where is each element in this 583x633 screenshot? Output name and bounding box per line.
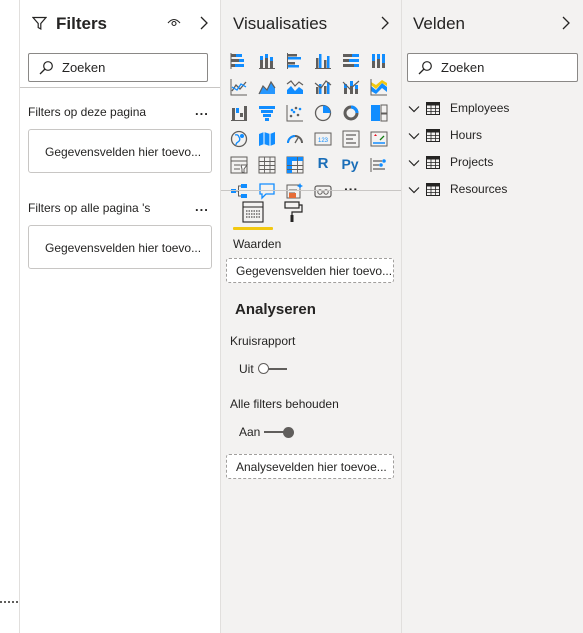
fields-pane: Velden Zoeken Employees Hours Projects R…: [402, 0, 583, 633]
filters-header: Filters: [20, 10, 220, 38]
fields-title: Velden: [413, 14, 465, 33]
field-table-resources[interactable]: Resources: [408, 181, 578, 201]
waterfall-chart-icon[interactable]: [230, 104, 248, 122]
field-table-hours[interactable]: Hours: [408, 127, 578, 147]
cross-report-toggle-knob: [258, 363, 269, 374]
table-icon: [426, 183, 440, 196]
canvas-scroll-indicator: [0, 601, 18, 603]
filters-pane: Filters Zoeken Filters op deze pagina ..…: [20, 0, 221, 633]
line-chart-icon[interactable]: [230, 78, 248, 96]
smart-narrative-icon[interactable]: [286, 182, 304, 200]
fields-search-input[interactable]: Zoeken: [407, 53, 578, 82]
clustered-column-chart-icon[interactable]: [314, 52, 332, 70]
more-visuals-icon[interactable]: ···: [342, 180, 360, 198]
multi-row-card-icon[interactable]: [342, 130, 360, 148]
filter-icon: [32, 16, 47, 31]
collapse-visualizations-icon[interactable]: [378, 16, 392, 30]
table-icon: [426, 102, 440, 115]
funnel-chart-icon[interactable]: [258, 104, 276, 122]
drillthrough-drop-well[interactable]: Analysevelden hier toevoe...: [226, 454, 394, 479]
paginated-report-icon[interactable]: [314, 182, 332, 200]
line-stacked-column-icon[interactable]: [342, 78, 360, 96]
filled-map-icon[interactable]: [258, 130, 276, 148]
values-label: Waarden: [233, 237, 282, 251]
all-pages-filters-well-text: Gegevensvelden hier toevo...: [45, 241, 202, 255]
map-icon[interactable]: [230, 130, 248, 148]
matrix-icon[interactable]: [286, 156, 304, 174]
report-canvas-edge: [0, 0, 20, 633]
visualizations-divider: [221, 190, 401, 191]
filters-title: Filters: [56, 14, 108, 33]
keep-filters-toggle-knob: [283, 427, 294, 438]
fields-search-placeholder: Zoeken: [441, 60, 485, 75]
fields-tab-icon[interactable]: [241, 200, 265, 224]
page-filters-more-button[interactable]: ...: [195, 103, 209, 118]
visualizations-header: Visualisaties: [221, 10, 401, 38]
all-pages-filters-more-button[interactable]: ...: [195, 199, 209, 214]
card-icon[interactable]: 123: [314, 130, 332, 148]
svg-text:123: 123: [318, 138, 329, 144]
python-visual-icon[interactable]: Py: [338, 155, 362, 173]
kpi-icon[interactable]: [370, 130, 388, 148]
stacked-area-chart-icon[interactable]: [286, 78, 304, 96]
table-icon: [426, 156, 440, 169]
scatter-chart-icon[interactable]: [286, 104, 304, 122]
chevron-down-icon: [408, 160, 420, 167]
chevron-down-icon: [408, 106, 420, 113]
filters-search-placeholder: Zoeken: [62, 60, 106, 75]
key-influencers-icon[interactable]: [370, 156, 388, 174]
gauge-icon[interactable]: [286, 130, 304, 148]
pie-chart-icon[interactable]: [314, 104, 332, 122]
fields-header: Velden: [402, 10, 583, 38]
chevron-down-icon: [408, 133, 420, 140]
search-icon: [418, 61, 432, 75]
chevron-down-icon: [408, 187, 420, 194]
keep-filters-state: Aan: [239, 425, 261, 439]
field-table-name: Projects: [450, 155, 494, 169]
field-table-projects[interactable]: Projects: [408, 154, 578, 174]
cross-report-state: Uit: [239, 362, 254, 376]
cross-report-label: Kruisrapport: [230, 334, 296, 348]
field-table-name: Hours: [450, 128, 483, 142]
visualizations-pane: Visualisaties 123 R Py ··· Waarden Gegev…: [221, 0, 402, 633]
donut-chart-icon[interactable]: [342, 104, 360, 122]
all-pages-filters-label: Filters op alle pagina 's: [28, 201, 151, 215]
drillthrough-drop-well-text: Analysevelden hier toevoe...: [236, 460, 387, 474]
100-stacked-column-chart-icon[interactable]: [370, 52, 388, 70]
filters-search-input[interactable]: Zoeken: [28, 53, 208, 82]
line-clustered-column-icon[interactable]: [314, 78, 332, 96]
keep-filters-label: Alle filters behouden: [230, 397, 339, 411]
stacked-bar-chart-icon[interactable]: [230, 52, 248, 70]
analyze-heading: Analyseren: [235, 301, 316, 318]
collapse-fields-icon[interactable]: [559, 16, 573, 30]
values-drop-well-text: Gegevensvelden hier toevo...: [236, 264, 393, 278]
visualizations-title: Visualisaties: [233, 14, 328, 33]
active-tab-indicator: [233, 227, 273, 230]
field-table-name: Resources: [450, 182, 508, 196]
treemap-icon[interactable]: [370, 104, 388, 122]
page-filters-label: Filters op deze pagina: [28, 105, 147, 119]
100-stacked-bar-chart-icon[interactable]: [342, 52, 360, 70]
eye-icon[interactable]: [167, 17, 181, 29]
field-table-name: Employees: [450, 101, 510, 115]
page-filters-well[interactable]: Gegevensvelden hier toevo...: [28, 129, 212, 173]
area-chart-icon[interactable]: [258, 78, 276, 96]
table-icon: [426, 129, 440, 142]
stacked-column-chart-icon[interactable]: [258, 52, 276, 70]
search-icon: [39, 61, 53, 75]
ribbon-chart-icon[interactable]: [370, 78, 388, 96]
slicer-icon[interactable]: [230, 156, 248, 174]
field-table-employees[interactable]: Employees: [408, 100, 578, 120]
format-paint-roller-icon[interactable]: [281, 200, 305, 224]
clustered-bar-chart-icon[interactable]: [286, 52, 304, 70]
all-pages-filters-well[interactable]: Gegevensvelden hier toevo...: [28, 225, 212, 269]
table-icon[interactable]: [258, 156, 276, 174]
page-filters-well-text: Gegevensvelden hier toevo...: [45, 145, 202, 159]
filters-divider: [20, 87, 220, 88]
r-visual-icon[interactable]: R: [314, 155, 332, 173]
decomposition-tree-icon[interactable]: [230, 182, 248, 200]
values-drop-well[interactable]: Gegevensvelden hier toevo...: [226, 258, 394, 283]
qa-icon[interactable]: [258, 182, 276, 200]
collapse-filters-icon[interactable]: [197, 16, 211, 30]
